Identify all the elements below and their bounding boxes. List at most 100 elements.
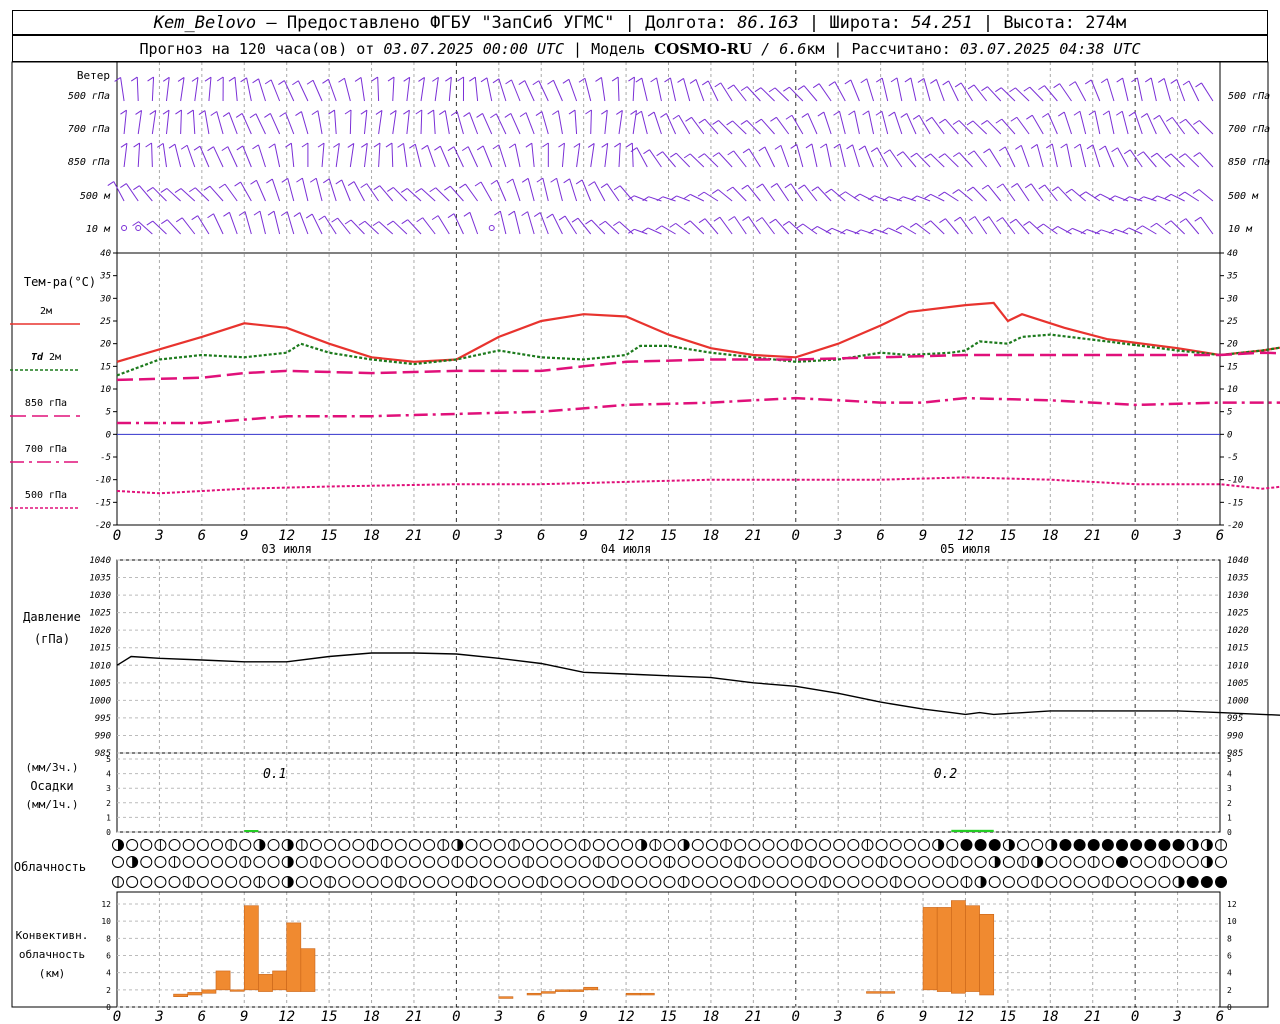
cloud-cover-icon: [536, 839, 549, 851]
wind-barb-icon: [434, 145, 450, 168]
wind-barb-feather: [292, 80, 299, 86]
cloud-cover-icon: [691, 876, 704, 888]
wind-barb-shaft: [378, 221, 394, 235]
cloud-cover-icon: [210, 856, 223, 868]
conv-tick-label: 0: [1227, 1003, 1232, 1012]
cloud-cover-icon: [1002, 876, 1015, 888]
wind-barb-feather: [727, 84, 734, 90]
wind-barb-icon: [1057, 111, 1072, 135]
temp-tick-label: -20: [1227, 521, 1243, 531]
x-tick-label: 15: [660, 528, 677, 544]
wind-barb-feather: [698, 153, 705, 159]
x-tick-label: 21: [745, 528, 762, 544]
wind-barb-icon: [506, 178, 521, 202]
wind-barb-icon: [264, 113, 281, 135]
wind-barb-feather: [1086, 144, 1094, 150]
wind-barb-icon: [588, 181, 606, 202]
wind-barb-feather: [939, 218, 946, 224]
wind-barb-shaft: [192, 110, 196, 135]
temp-tick-label: 40: [100, 249, 111, 259]
wind-barb-feather: [457, 76, 464, 82]
cloud-cover-icon: [564, 876, 577, 888]
wind-barb-shaft: [653, 111, 662, 135]
wind-barb-shaft: [137, 110, 143, 135]
wind-barb-feather: [875, 77, 883, 83]
wind-barb-feather: [311, 110, 319, 116]
cloud-half-icon: [1206, 839, 1213, 851]
wind-barb-icon: [563, 178, 578, 202]
wind-barb-icon: [1099, 145, 1115, 168]
wind-barb-shaft: [1143, 151, 1157, 168]
cloud-cover-icon: [338, 856, 351, 868]
wind-barb-feather: [585, 109, 592, 115]
wind-barb-icon: [133, 142, 141, 168]
cloud-cover-icon: [507, 856, 520, 868]
conv-title: Конвективн.: [16, 929, 89, 942]
wind-barb-icon: [518, 80, 535, 102]
cloud-cover-icon: [352, 856, 365, 868]
wind-barb-shaft: [561, 143, 565, 168]
wind-barb-shaft: [406, 110, 410, 135]
wind-barb-icon: [635, 77, 648, 102]
wind-barb-feather: [1144, 77, 1152, 83]
cloud-full-icon: [1187, 876, 1199, 888]
wind-barb-shaft: [881, 111, 889, 135]
wind-barb-shaft: [636, 147, 648, 168]
wind-barb-feather: [480, 77, 488, 83]
wind-barb-icon: [228, 76, 238, 102]
precip-unit-1h: (мм/1ч.): [26, 798, 79, 811]
wind-barb-shaft: [584, 78, 592, 102]
wind-barb-feather: [1193, 152, 1200, 157]
cloud-cover-icon: [423, 876, 436, 888]
wind-barb-shaft: [496, 180, 507, 202]
wind-barb-feather: [1111, 147, 1118, 153]
pressure-tick-label: 1020: [1227, 626, 1249, 636]
wind-barb-shaft: [854, 110, 860, 135]
cloud-cover-icon: [578, 856, 591, 868]
wind-barb-feather: [358, 220, 366, 226]
wind-barb-icon: [742, 216, 761, 235]
wind-barb-feather: [344, 219, 352, 225]
wind-barb-feather: [774, 144, 782, 150]
wind-barb-feather: [910, 152, 917, 158]
wind-barb-feather: [689, 78, 697, 84]
wind-barb-feather: [1099, 145, 1106, 151]
meteogram: 0 3 6 9 12 15 18 21 0 3 6 9 12 15 18 21 0 3 6 9 12 15 18 21 0 3 60…: [10, 61, 1280, 1024]
wind-barb-shaft: [1029, 86, 1044, 102]
wind-barb-icon: [347, 181, 365, 202]
cloud-cover-icon: [451, 876, 464, 888]
wind-barb-icon: [490, 113, 507, 135]
pressure-tick-label: 1000: [89, 696, 111, 706]
wind-barb-shaft: [732, 120, 747, 135]
conv-bar: [526, 992, 542, 996]
wind-barb-shaft: [301, 177, 309, 202]
wind-barb-shaft: [1104, 145, 1115, 168]
legend-label: 500 гПа: [25, 490, 67, 501]
wind-barb-shaft: [733, 150, 747, 168]
cloud-cover-icon: [140, 839, 153, 851]
wind-barb-icon: [1128, 111, 1143, 135]
wind-barb-feather: [650, 77, 657, 83]
wind-barb-icon: [264, 79, 281, 102]
cloud-cover-icon: [776, 876, 789, 888]
conv-bar: [979, 913, 995, 996]
wind-barb-icon: [811, 225, 832, 235]
wind-barb-feather: [698, 218, 706, 224]
wind-barb-icon: [210, 111, 224, 135]
wind-barb-feather: [210, 111, 218, 116]
wind-barb-feather: [952, 152, 960, 158]
cloud-cover-icon: [140, 856, 153, 868]
wind-barb-feather: [784, 183, 792, 189]
wind-barb-icon: [833, 110, 846, 135]
wind-barb-shaft: [845, 191, 860, 202]
x-tick-label: 6: [198, 1009, 206, 1024]
wind-barb-shaft: [125, 183, 139, 202]
cloud-cover-icon: [918, 839, 931, 851]
wind-barb-shaft: [852, 144, 860, 168]
cloud-cover-icon: [621, 839, 634, 851]
wind-barb-feather: [305, 213, 313, 219]
pressure-tick-label: 1015: [1227, 644, 1249, 654]
x-tick-label: 12: [278, 1009, 295, 1024]
cloud-cover-icon: [366, 876, 379, 888]
wind-barb-feather: [447, 213, 455, 219]
